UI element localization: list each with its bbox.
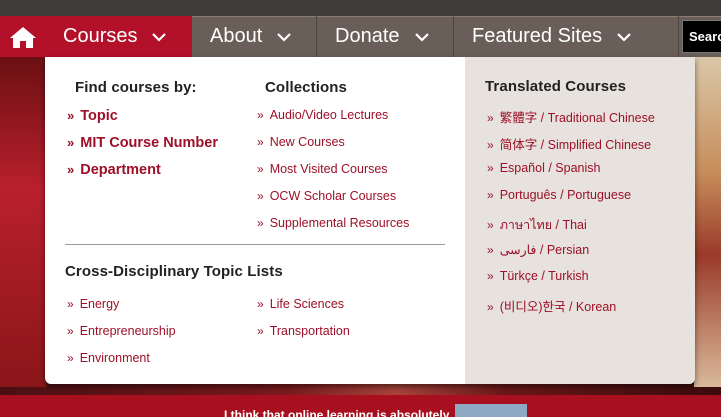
- divider: [65, 244, 445, 245]
- link-ocw-scholar-courses[interactable]: » OCW Scholar Courses: [257, 189, 396, 203]
- link-most-visited-courses[interactable]: » Most Visited Courses: [257, 162, 388, 176]
- nav-about-label: About: [210, 25, 263, 47]
- link-topic[interactable]: » Topic: [67, 108, 118, 124]
- courses-dropdown: Find courses by: » Topic » MIT Course Numb…: [45, 57, 695, 384]
- nav-donate[interactable]: Donate: [317, 16, 454, 57]
- nav-featured-sites[interactable]: Featured Sites: [454, 16, 679, 57]
- nav-courses-label: Courses: [63, 25, 138, 47]
- nav-featured-sites-label: Featured Sites: [472, 25, 603, 47]
- link-energy[interactable]: » Energy: [67, 297, 119, 311]
- link-mit-course-number[interactable]: » MIT Course Number: [67, 135, 218, 151]
- link-simplified-chinese[interactable]: » 简体字 / Simplified Chinese: [487, 134, 651, 153]
- top-strip: [0, 0, 721, 16]
- cross-disciplinary-heading: Cross-Disciplinary Topic Lists: [65, 263, 283, 280]
- link-persian[interactable]: » فارسی / Persian: [487, 242, 589, 257]
- link-supplemental-resources[interactable]: » Supplemental Resources: [257, 216, 409, 230]
- link-spanish[interactable]: » Español / Spanish: [487, 161, 600, 175]
- home-icon: [9, 26, 36, 48]
- link-transportation[interactable]: » Transportation: [257, 324, 350, 338]
- chevron-down-icon: [414, 32, 429, 42]
- link-environment[interactable]: » Environment: [67, 351, 150, 365]
- link-thai[interactable]: » ภาษาไทย / Thai: [487, 215, 587, 235]
- search-input[interactable]: Search: [682, 20, 721, 53]
- link-department[interactable]: » Department: [67, 162, 161, 178]
- link-turkish[interactable]: » Türkçe / Turkish: [487, 269, 589, 283]
- nav-courses[interactable]: Courses: [45, 16, 192, 57]
- chevron-down-icon: [152, 32, 167, 42]
- link-new-courses[interactable]: » New Courses: [257, 135, 345, 149]
- collections-heading: Collections: [265, 79, 347, 96]
- quote-photo: [455, 404, 527, 417]
- link-audio-video-lectures[interactable]: » Audio/Video Lectures: [257, 108, 388, 122]
- link-entrepreneurship[interactable]: » Entrepreneurship: [67, 324, 176, 338]
- chevron-down-icon: [277, 32, 292, 42]
- link-traditional-chinese[interactable]: » 繁體字 / Traditional Chinese: [487, 107, 655, 126]
- home-button[interactable]: [0, 16, 45, 57]
- nav-about[interactable]: About: [192, 16, 317, 57]
- nav-donate-label: Donate: [335, 25, 400, 47]
- quote-text: I think that online learning is absolute…: [224, 408, 450, 417]
- find-courses-heading: Find courses by:: [75, 79, 197, 96]
- background-image-left: [0, 57, 46, 387]
- background-image-right: [694, 57, 721, 387]
- translated-courses-heading: Translated Courses: [485, 78, 627, 95]
- link-korean[interactable]: » (비디오)한국 / Korean: [487, 296, 616, 315]
- link-life-sciences[interactable]: » Life Sciences: [257, 297, 344, 311]
- link-portuguese[interactable]: » Português / Portuguese: [487, 188, 631, 202]
- chevron-down-icon: [617, 32, 631, 42]
